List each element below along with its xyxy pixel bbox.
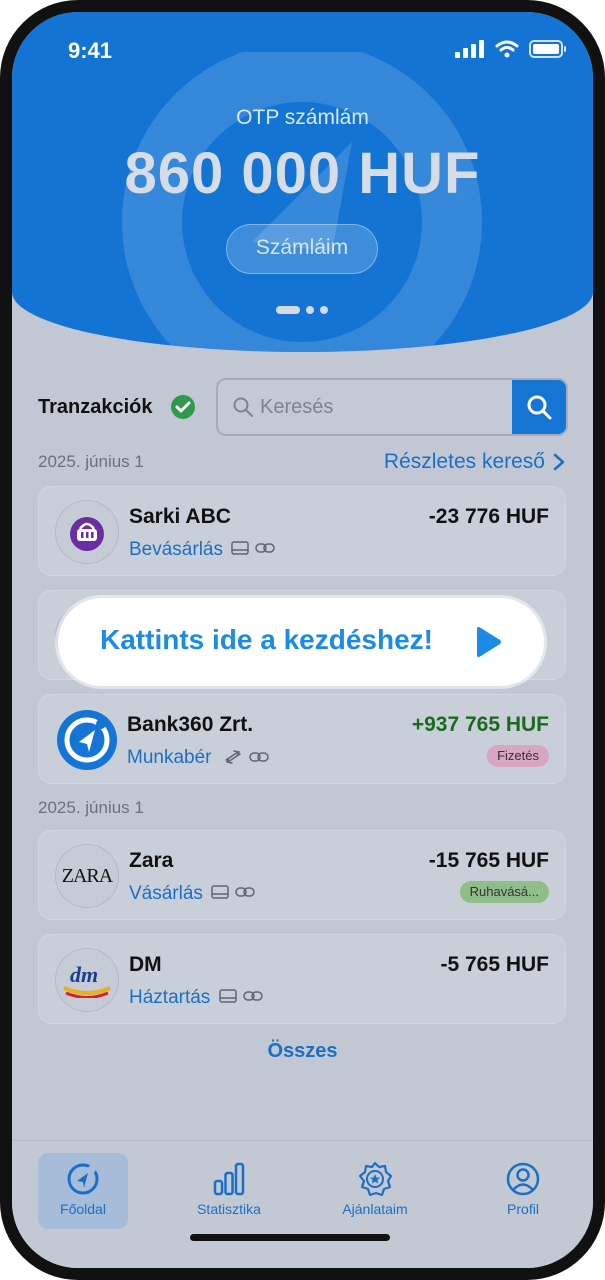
screen: 9:41 OTP számlám 860 000 HUF Számláim Tr… [12, 12, 593, 1268]
verified-check-icon [171, 395, 195, 419]
nav-statistics[interactable]: Statisztika [184, 1153, 274, 1229]
page-indicator[interactable] [276, 306, 328, 314]
nav-home[interactable]: Főoldal [38, 1153, 128, 1229]
account-label: OTP számlám [236, 106, 369, 129]
link-icon [235, 887, 255, 897]
search-box[interactable] [216, 378, 568, 436]
badge-star-icon [358, 1161, 393, 1197]
start-overlay-button[interactable]: Kattints ide a kezdéshez! [58, 598, 544, 686]
start-overlay-label: Kattints ide a kezdéshez! [100, 624, 433, 655]
merchant-name: Sarki ABC [129, 505, 231, 528]
dm-logo: dm [62, 960, 112, 1000]
bar-chart-icon [213, 1162, 245, 1196]
card-icon [219, 989, 237, 1003]
date-label: 2025. június 1 [38, 798, 144, 817]
home-compass-icon [67, 1163, 99, 1195]
card-icons [211, 885, 255, 899]
transaction-card[interactable]: Sarki ABC Bevásárlás -23 776 HUF [38, 486, 566, 576]
phone-frame: 9:41 OTP számlám 860 000 HUF Számláim Tr… [0, 0, 605, 1280]
status-icons [455, 40, 567, 58]
battery-icon [529, 40, 566, 58]
profile-icon [506, 1162, 540, 1196]
page-dot[interactable] [320, 306, 328, 314]
accounts-button[interactable]: Számláim [226, 224, 378, 274]
transaction-card[interactable]: dm DM Háztartás -5 765 HUF [38, 934, 566, 1024]
transaction-card[interactable]: Bank360 Zrt. Munkabér +937 765 HUF Fizet… [38, 694, 566, 784]
transaction-amount: -15 765 HUF [428, 849, 549, 872]
link-icon [255, 543, 275, 553]
card-icons [219, 989, 263, 1003]
detailed-search-link[interactable]: Részletes kereső [384, 450, 565, 474]
search-icon [233, 397, 253, 417]
transaction-amount: -5 765 HUF [440, 953, 549, 976]
link-icon [243, 991, 263, 1001]
category-label: Bevásárlás [129, 539, 223, 560]
nav-profile-label: Profil [507, 1201, 539, 1217]
search-icon [527, 395, 552, 420]
chevron-right-icon [553, 453, 565, 471]
transaction-amount: +937 765 HUF [411, 713, 549, 736]
nav-offers[interactable]: Ajánlataim [330, 1153, 420, 1229]
transactions-title: Tranzakciók [38, 396, 153, 418]
play-icon [477, 627, 501, 657]
category-label: Munkabér [127, 747, 212, 768]
account-balance: 860 000 HUF [124, 141, 481, 206]
search-input[interactable] [260, 380, 510, 434]
category-label: Háztartás [129, 987, 211, 1008]
card-icon [211, 885, 229, 899]
shopping-basket-icon [70, 517, 104, 551]
detailed-search-label: Részletes kereső [383, 450, 545, 473]
zara-logo: ZARA [61, 864, 113, 887]
merchant-avatar: dm [55, 948, 119, 1012]
transaction-card[interactable]: ZARA Zara Vásárlás -15 765 HUF Ruhavásá.… [38, 830, 566, 920]
category-tag: Ruhavásá... [459, 881, 549, 903]
category-tag: Fizetés [487, 745, 549, 767]
card-icon [231, 541, 249, 555]
page-dot[interactable] [306, 306, 314, 314]
merchant-name: Bank360 Zrt. [127, 713, 254, 736]
search-button[interactable] [512, 380, 566, 434]
nav-profile[interactable]: Profil [478, 1153, 568, 1229]
nav-home-label: Főoldal [60, 1201, 106, 1217]
transfer-icon [225, 750, 241, 764]
transaction-amount: -23 776 HUF [428, 505, 549, 528]
merchant-avatar: ZARA [55, 844, 119, 908]
signal-icon [455, 40, 484, 58]
nav-offers-label: Ajánlataim [342, 1201, 408, 1217]
merchant-avatar [55, 708, 119, 772]
merchant-avatar [55, 500, 119, 564]
date-label: 2025. június 1 [38, 452, 144, 471]
merchant-name: Zara [129, 849, 174, 872]
status-time: 9:41 [68, 38, 113, 63]
card-icons [223, 749, 269, 765]
card-icons [231, 541, 275, 555]
home-indicator[interactable] [190, 1234, 390, 1241]
nav-statistics-label: Statisztika [197, 1201, 261, 1217]
account-header: 9:41 OTP számlám 860 000 HUF Számláim [12, 12, 593, 352]
merchant-name: DM [129, 953, 162, 976]
page-dot-active[interactable] [276, 306, 300, 314]
dm-swoosh-icon [63, 986, 111, 998]
bank360-logo-icon [57, 710, 117, 770]
link-icon [249, 752, 269, 762]
wifi-icon [495, 40, 519, 58]
bottom-navigation: Főoldal Statisztika Ajánlataim Profil [12, 1140, 593, 1268]
all-transactions-link[interactable]: Összes [12, 1040, 593, 1063]
category-label: Vásárlás [129, 883, 203, 904]
